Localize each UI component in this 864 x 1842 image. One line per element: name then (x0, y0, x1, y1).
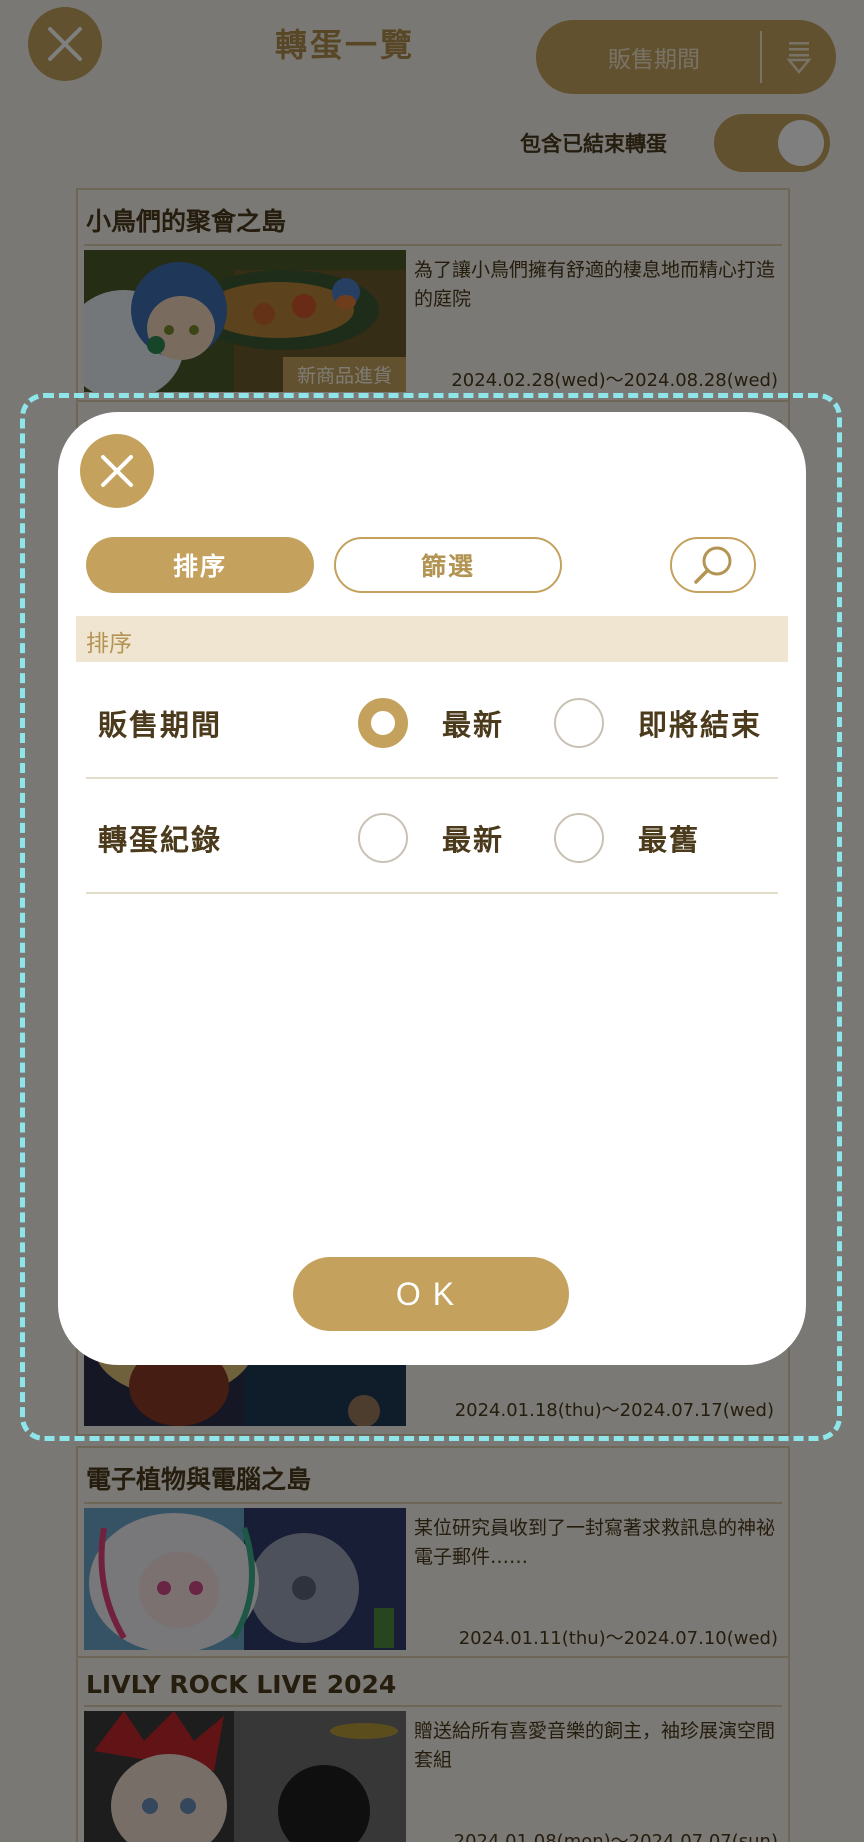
close-icon (101, 455, 133, 487)
section-title-sort: 排序 (76, 616, 788, 662)
sort-filter-dialog: 排序 篩選 排序 販售期間 最新 即將結束 轉蛋紀錄 最新 最舊 OK (58, 412, 806, 1365)
radio-label: 即將結束 (638, 708, 763, 742)
row-label: 轉蛋紀錄 (98, 823, 223, 857)
dialog-close-button[interactable] (80, 434, 154, 508)
radio-label: 最舊 (638, 823, 701, 857)
tab-filter[interactable]: 篩選 (334, 537, 562, 593)
tab-sort[interactable]: 排序 (86, 537, 314, 593)
sort-row-gacha-history: 轉蛋紀錄 最新 最舊 (86, 779, 778, 894)
search-icon (694, 546, 732, 584)
radio-sale-ending-soon[interactable] (554, 698, 604, 748)
radio-history-oldest[interactable] (554, 813, 604, 863)
row-label: 販售期間 (98, 708, 223, 742)
radio-history-newest[interactable] (358, 813, 408, 863)
radio-label: 最新 (442, 823, 505, 857)
sort-row-sale-period: 販售期間 最新 即將結束 (86, 664, 778, 779)
radio-label: 最新 (442, 708, 505, 742)
radio-sale-newest[interactable] (358, 698, 408, 748)
search-button[interactable] (670, 537, 756, 593)
ok-button[interactable]: OK (293, 1257, 569, 1331)
